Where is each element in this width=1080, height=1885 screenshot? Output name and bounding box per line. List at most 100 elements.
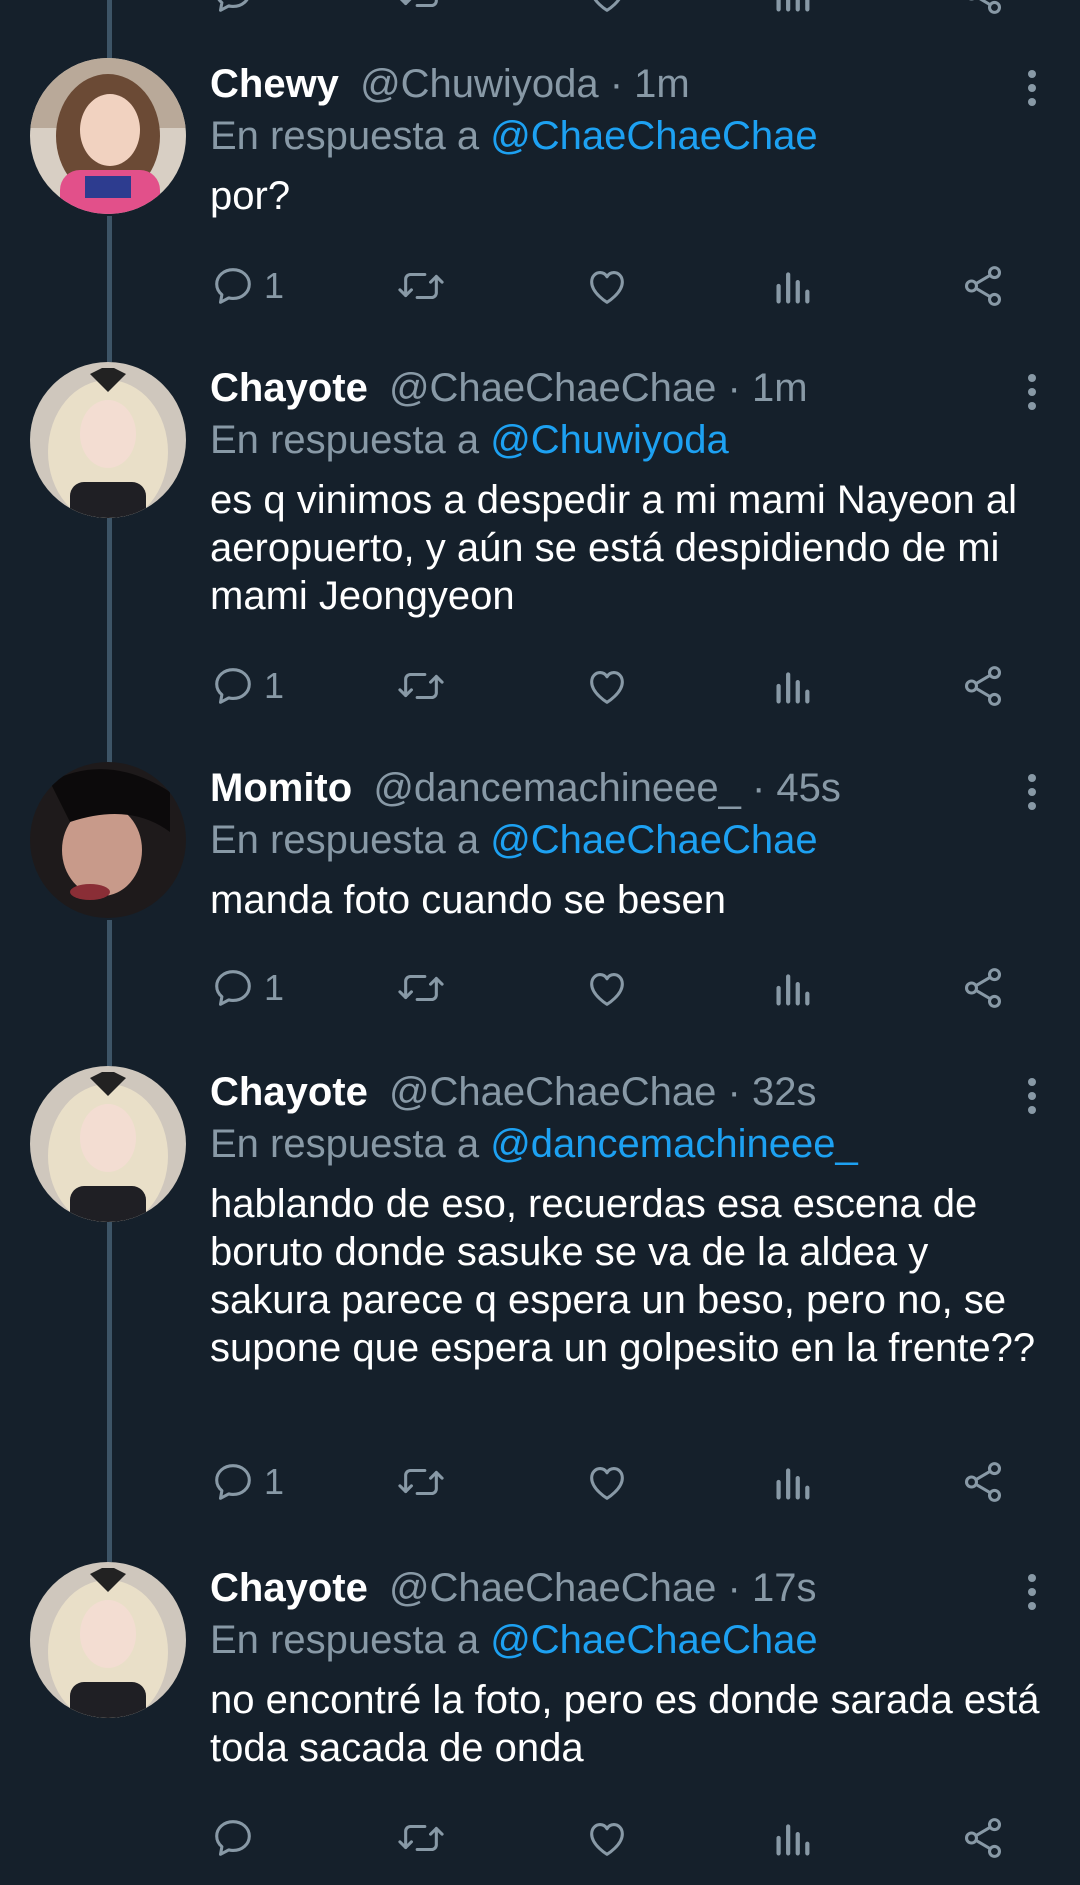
reply-mention-link[interactable]: @ChaeChaeChae [490, 818, 817, 862]
reply-count: 1 [264, 967, 285, 1008]
heart-icon [593, 0, 621, 12]
speech-bubble-icon [217, 0, 249, 12]
reply-button[interactable] [210, 1808, 264, 1868]
reply-prefix: En respuesta a [210, 1618, 480, 1662]
tweet-body: Chewy @Chuwiyoda · 1m En respuesta a @Ch… [210, 58, 1040, 220]
avatar[interactable] [30, 1066, 186, 1222]
like-button[interactable] [584, 1808, 630, 1868]
share-nodes-icon [964, 1818, 1002, 1858]
speech-bubble-icon [215, 268, 251, 304]
display-name[interactable]: Chayote [210, 1070, 368, 1114]
like-button[interactable] [584, 0, 630, 24]
reply-mention-link[interactable]: @ChaeChaeChae [490, 1618, 817, 1662]
retweet-button[interactable] [396, 958, 446, 1018]
username-handle[interactable]: @ChaeChaeChae [389, 1566, 716, 1610]
reply-thread: Chewy @Chuwiyoda · 1m En respuesta a @Ch… [0, 0, 1080, 1885]
timestamp: · 1m [727, 366, 808, 410]
like-button[interactable] [584, 1452, 630, 1512]
avatar-photo [30, 362, 186, 518]
share-button[interactable] [960, 1452, 1006, 1512]
vertical-dots-icon[interactable] [1022, 1572, 1042, 1612]
tweet-text: hablando de eso, recuerdas esa escena de… [210, 1182, 1036, 1370]
reply-count: 1 [264, 1461, 285, 1502]
username-handle[interactable]: @dancemachineee_ [373, 766, 741, 810]
avatar-photo [30, 762, 186, 918]
avatar[interactable] [30, 762, 186, 918]
share-button[interactable] [960, 0, 1006, 24]
share-button[interactable] [960, 656, 1006, 716]
reply-button[interactable] [210, 0, 256, 24]
like-button[interactable] [584, 656, 630, 716]
tweet-text: manda foto cuando se besen [210, 878, 726, 922]
bar-chart-icon [776, 1824, 810, 1856]
display-name[interactable]: Momito [210, 766, 352, 810]
avatar[interactable] [30, 1562, 186, 1718]
views-button[interactable] [772, 958, 812, 1018]
retweet-arrows-icon [398, 1824, 444, 1852]
tweet-body: Chayote @ChaeChaeChae · 32s En respuesta… [210, 1066, 1040, 1372]
views-button[interactable] [772, 656, 812, 716]
bar-chart-icon [776, 974, 810, 1006]
heart-icon [590, 671, 624, 704]
share-button[interactable] [960, 1808, 1006, 1868]
tweet-header: Chewy @Chuwiyoda · 1m [210, 58, 1040, 110]
tweet-actions: 1 [210, 656, 1030, 716]
display-name[interactable]: Chewy [210, 62, 339, 106]
reply-mention-link[interactable]: @Chuwiyoda [490, 418, 729, 462]
tweet-actions: 1 [210, 256, 1030, 316]
like-button[interactable] [584, 256, 630, 316]
speech-bubble-icon [215, 668, 251, 704]
retweet-button[interactable] [396, 256, 446, 316]
retweet-button[interactable] [396, 656, 446, 716]
username-handle[interactable]: @ChaeChaeChae [389, 1070, 716, 1114]
avatar-photo [30, 58, 186, 214]
share-nodes-icon [968, 0, 1002, 14]
vertical-dots-icon[interactable] [1022, 372, 1042, 412]
avatar-photo [30, 1562, 186, 1718]
avatar-photo [30, 1066, 186, 1222]
reply-button[interactable]: 1 [210, 958, 284, 1018]
retweet-arrows-icon [398, 1468, 444, 1496]
vertical-dots-icon[interactable] [1022, 1076, 1042, 1116]
reply-button[interactable]: 1 [210, 1452, 284, 1512]
retweet-button[interactable] [396, 1452, 446, 1512]
views-button[interactable] [772, 0, 812, 24]
heart-icon [590, 1823, 624, 1856]
avatar[interactable] [30, 58, 186, 214]
display-name[interactable]: Chayote [210, 1566, 368, 1610]
timestamp: · 45s [751, 766, 841, 810]
speech-bubble-icon [215, 1820, 251, 1856]
thread-line [107, 1222, 112, 1562]
timestamp: · 1m [609, 62, 690, 106]
reply-button[interactable]: 1 [210, 656, 284, 716]
share-button[interactable] [960, 256, 1006, 316]
views-button[interactable] [772, 1452, 812, 1512]
share-button[interactable] [960, 958, 1006, 1018]
vertical-dots-icon[interactable] [1022, 772, 1042, 812]
reply-count: 1 [264, 665, 285, 706]
retweet-button[interactable] [396, 0, 446, 24]
retweet-arrows-icon [398, 974, 444, 1002]
avatar[interactable] [30, 362, 186, 518]
like-button[interactable] [584, 958, 630, 1018]
tweet-body: Chayote @ChaeChaeChae · 1m En respuesta … [210, 362, 1040, 620]
reply-mention-link[interactable]: @ChaeChaeChae [490, 114, 817, 158]
reply-button[interactable]: 1 [210, 256, 284, 316]
tweet-text: es q vinimos a despedir a mi mami Nayeon… [210, 478, 1018, 618]
display-name[interactable]: Chayote [210, 366, 368, 410]
username-handle[interactable]: @ChaeChaeChae [389, 366, 716, 410]
bar-chart-icon [776, 272, 810, 304]
reply-prefix: En respuesta a [210, 418, 480, 462]
username-handle[interactable]: @Chuwiyoda [360, 62, 599, 106]
vertical-dots-icon[interactable] [1022, 68, 1042, 108]
reply-prefix: En respuesta a [210, 1122, 480, 1166]
reply-mention-link[interactable]: @dancemachineee_ [490, 1122, 858, 1166]
views-button[interactable] [772, 1808, 812, 1868]
views-button[interactable] [772, 256, 812, 316]
tweet-actions: 1 [210, 958, 1030, 1018]
tweet-header: Chayote @ChaeChaeChae · 17s [210, 1562, 1040, 1614]
reply-prefix: En respuesta a [210, 114, 480, 158]
share-nodes-icon [964, 1462, 1002, 1502]
retweet-button[interactable] [396, 1808, 446, 1868]
heart-icon [590, 973, 624, 1006]
